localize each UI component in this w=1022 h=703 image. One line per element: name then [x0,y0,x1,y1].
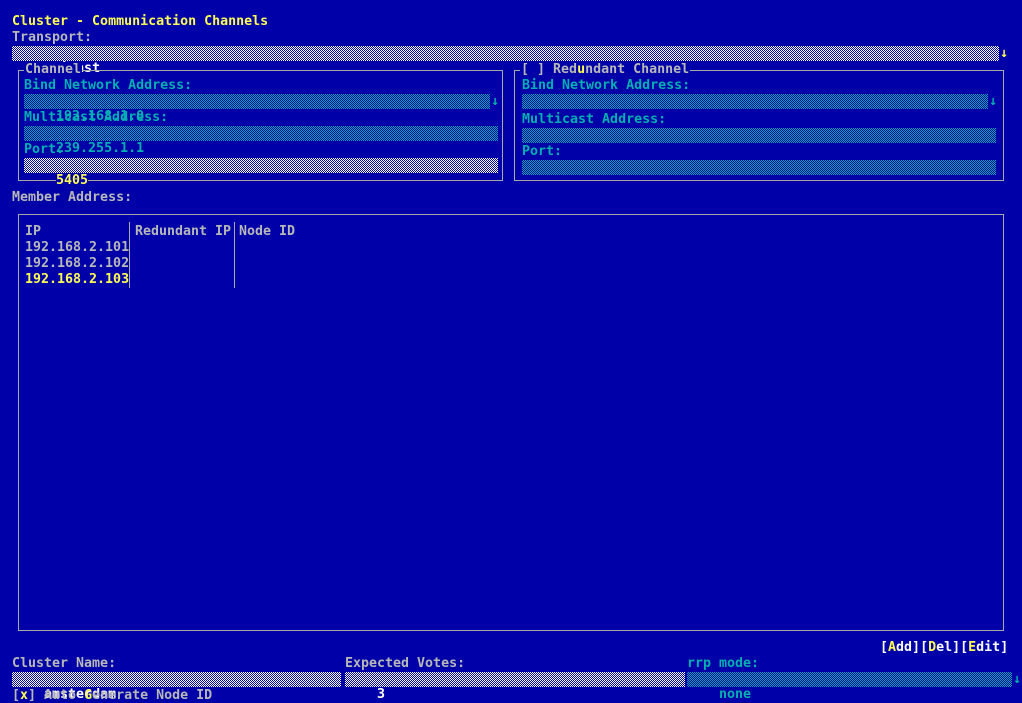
cluster-name-input[interactable]: amsterdam [12,672,341,687]
redundant-title-post: ndant Channel [585,62,689,77]
member-row[interactable]: 192.168.2.103 [25,272,129,288]
cluster-communication-dialog: Cluster - Communication Channels Transpo… [0,0,1022,703]
expected-votes-input[interactable]: 3 [345,672,685,687]
member-address-label: Member Address: [12,190,132,206]
member-column-ip: IP [25,224,41,240]
page-title: Cluster - Communication Channels [12,14,268,30]
channel-multicast-address-value: 239.255.1.1 [56,141,144,156]
redundant-checkbox-brackets: [ ] [521,62,553,77]
redundant-port-input[interactable] [522,160,996,175]
redundant-title-pre: Red [553,62,577,77]
redundant-multicast-label: Multicast Address: [522,112,666,128]
redundant-channel-checkbox[interactable]: [ ] Redundant Channel [520,62,690,78]
redundant-bind-address-input[interactable] [522,94,988,109]
rrp-dropdown-arrow-icon[interactable]: ↓ [1012,672,1022,687]
transport-select[interactable]: Unicast [12,46,999,61]
redundant-port-label: Port: [522,144,562,160]
cluster-name-label: Cluster Name: [12,656,116,672]
member-address-table[interactable] [18,214,1004,631]
channel-frame-title: Channel [24,62,82,78]
redundant-title-hotkey: u [577,62,585,77]
table-column-separator [129,222,130,288]
channel-port-input[interactable]: 5405 [24,158,498,173]
add-button[interactable]: [Add] [880,640,920,655]
member-row[interactable]: 192.168.2.101 [25,240,129,256]
table-column-separator [234,222,235,288]
redundant-multicast-address-input[interactable] [522,128,996,143]
rrp-mode-value: none [719,687,751,702]
channel-bind-label: Bind Network Address: [24,78,192,94]
expected-votes-label: Expected Votes: [345,656,465,672]
channel-bind-dropdown-arrow-icon[interactable]: ↓ [490,94,500,109]
expected-votes-value: 3 [377,687,385,702]
rrp-mode-label: rrp mode: [687,656,759,672]
rrp-mode-select[interactable]: none [687,672,1012,687]
member-column-node-id: Node ID [239,224,295,240]
auto-generate-node-id-checkbox[interactable]: [x] Auto Generate Node ID [12,688,212,703]
channel-multicast-address-input[interactable]: 239.255.1.1 [24,126,498,141]
table-actions: [Add][Del][Edit] [880,640,1008,656]
channel-port-value: 5405 [56,173,88,188]
redundant-bind-dropdown-arrow-icon[interactable]: ↓ [988,94,998,109]
channel-multicast-label: Multicast Address: [24,110,168,126]
member-row[interactable]: 192.168.2.102 [25,256,129,272]
redundant-bind-label: Bind Network Address: [522,78,690,94]
edit-button[interactable]: [Edit] [960,640,1008,655]
del-button[interactable]: [Del] [920,640,960,655]
transport-label: Transport: [12,30,92,46]
channel-bind-address-input[interactable]: 192.168.1.0 [24,94,490,109]
checkbox-mark: x [20,688,28,703]
member-column-redundant-ip: Redundant IP [135,224,231,240]
transport-dropdown-arrow-icon[interactable]: ↓ [999,46,1009,61]
channel-port-label: Port: [24,142,64,158]
